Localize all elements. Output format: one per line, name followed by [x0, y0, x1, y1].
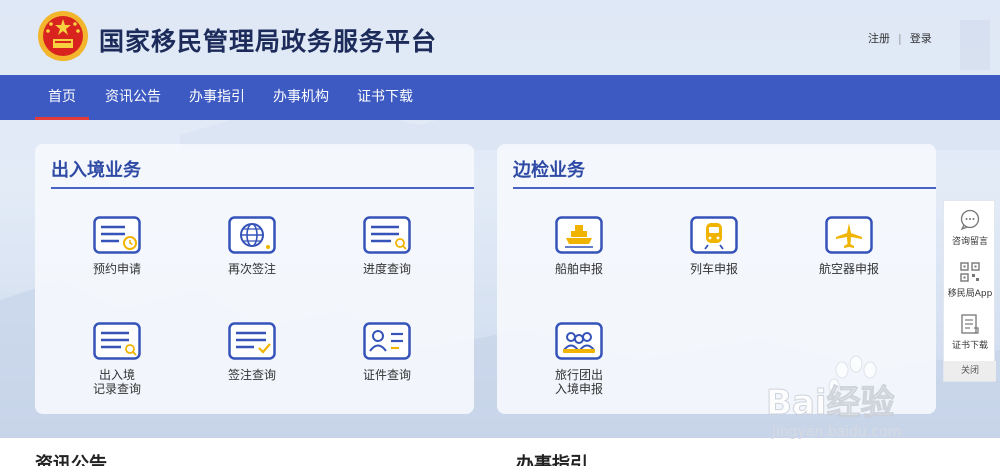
- service-label: 列车申报: [689, 262, 738, 276]
- float-item-consult[interactable]: 咨询留言: [944, 209, 996, 247]
- progress-search-icon: [363, 216, 411, 254]
- service-label: 航空器申报: [818, 262, 879, 276]
- float-item-label: 移民局App: [947, 289, 993, 299]
- certificate-download-icon: [961, 314, 979, 334]
- guide-section-title: 办事指引: [516, 454, 588, 466]
- card-title: 边检业务: [513, 160, 585, 181]
- service-tour-group-declaration[interactable]: 旅行团出 入境申报: [524, 322, 634, 396]
- card-title: 出入境业务: [51, 160, 141, 181]
- main-nav: 首页 资讯公告 办事指引 办事机构 证书下载: [0, 75, 1000, 120]
- tour-group-icon: [555, 322, 603, 360]
- nav-item-agencies[interactable]: 办事机构: [271, 75, 331, 120]
- floating-sidebar: 咨询留言 移民局App 证书下载 关闭: [943, 200, 996, 382]
- airplane-icon: [825, 216, 873, 254]
- border-inspection-services-card: 边检业务 船舶申报 列车申报 航空器申报 旅行团出 入境申报: [497, 144, 936, 414]
- auth-separator: |: [898, 32, 902, 45]
- service-progress-query[interactable]: 进度查询: [332, 216, 442, 276]
- nav-item-home[interactable]: 首页: [35, 75, 89, 120]
- service-train-declaration[interactable]: 列车申报: [659, 216, 769, 276]
- float-close-button[interactable]: 关闭: [944, 361, 996, 381]
- service-label: 预约申请: [92, 262, 141, 276]
- float-item-label: 证书下载: [951, 341, 988, 351]
- ship-icon: [555, 216, 603, 254]
- national-emblem-icon: [38, 11, 88, 61]
- card-divider: [513, 187, 936, 189]
- qr-code-icon: [960, 262, 980, 282]
- float-item-label: 咨询留言: [951, 237, 988, 247]
- service-label: 证件查询: [362, 368, 411, 382]
- register-link[interactable]: 注册: [868, 32, 890, 45]
- page-title: 国家移民管理局政务服务平台: [99, 27, 438, 56]
- card-divider: [51, 187, 474, 189]
- service-id-query[interactable]: 证件查询: [332, 322, 442, 382]
- login-link[interactable]: 登录: [910, 32, 932, 45]
- train-icon: [690, 216, 738, 254]
- endorsement-check-icon: [228, 322, 276, 360]
- news-section-title: 资讯公告: [35, 454, 107, 466]
- service-label: 出入境 记录查询: [92, 368, 141, 396]
- service-label: 船舶申报: [554, 262, 603, 276]
- auth-links: 注册 | 登录: [868, 30, 932, 46]
- site-header: 国家移民管理局政务服务平台 注册 | 登录: [0, 0, 1000, 75]
- nav-item-certificate-download[interactable]: 证书下载: [355, 75, 415, 120]
- lower-content-area: [0, 438, 1000, 466]
- service-appointment[interactable]: 预约申请: [62, 216, 172, 276]
- nav-item-news[interactable]: 资讯公告: [103, 75, 163, 120]
- float-item-app[interactable]: 移民局App: [944, 261, 996, 299]
- record-search-icon: [93, 322, 141, 360]
- service-re-endorsement[interactable]: 再次签注: [197, 216, 307, 276]
- service-label: 进度查询: [362, 262, 411, 276]
- float-item-certificate-download[interactable]: 证书下载: [944, 313, 996, 351]
- service-endorsement-query[interactable]: 签注查询: [197, 322, 307, 382]
- service-entry-exit-record-query[interactable]: 出入境 记录查询: [62, 322, 172, 396]
- service-label: 再次签注: [227, 262, 276, 276]
- service-label: 签注查询: [227, 368, 276, 382]
- service-aircraft-declaration[interactable]: 航空器申报: [794, 216, 904, 276]
- globe-document-icon: [228, 216, 276, 254]
- appointment-clock-icon: [93, 216, 141, 254]
- chat-bubble-icon: [960, 209, 980, 231]
- exit-entry-services-card: 出入境业务 预约申请 再次签注 进度查询 出入境 记录查询 签注查询 证件查询: [35, 144, 474, 414]
- id-card-icon: [363, 322, 411, 360]
- service-ship-declaration[interactable]: 船舶申报: [524, 216, 634, 276]
- nav-item-guide[interactable]: 办事指引: [187, 75, 247, 120]
- watermark-url: jingyan.baidu.com: [772, 424, 902, 440]
- service-label: 旅行团出 入境申报: [554, 368, 603, 396]
